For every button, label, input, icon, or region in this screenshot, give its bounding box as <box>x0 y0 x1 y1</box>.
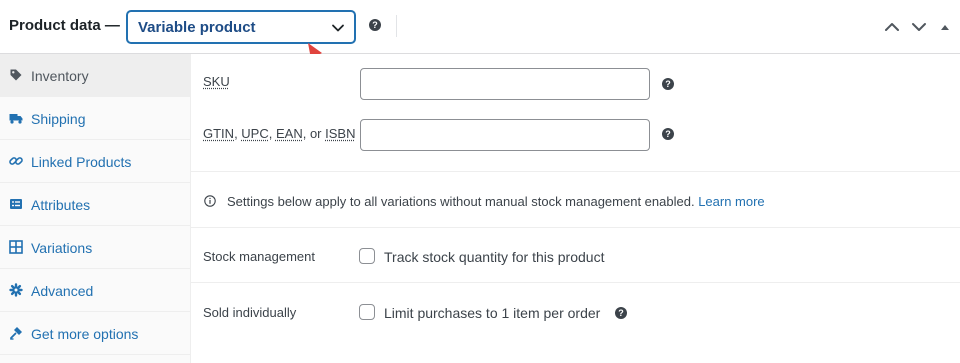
stock-notice-text: Settings below apply to all variations w… <box>227 194 695 209</box>
upc-abbr: UPC <box>241 126 269 141</box>
truck-icon <box>9 114 23 124</box>
plug-icon <box>10 327 22 340</box>
tab-label: Get more options <box>31 326 139 342</box>
gtin-separator: , or <box>302 126 326 141</box>
tab-label: Linked Products <box>31 154 132 170</box>
product-data-tabs: Inventory Shipping Linked Products Attri… <box>0 54 191 363</box>
tab-variations[interactable]: Variations <box>0 226 190 269</box>
list-icon <box>10 199 22 209</box>
isbn-abbr: ISBN <box>325 126 356 141</box>
divider <box>191 171 960 172</box>
tab-label: Advanced <box>31 283 94 299</box>
stock-management-label: Stock management <box>203 249 316 264</box>
divider <box>396 15 397 37</box>
gear-icon <box>9 283 23 297</box>
tab-label: Variations <box>31 240 93 256</box>
help-icon[interactable]: ? <box>615 307 627 319</box>
help-icon[interactable]: ? <box>369 19 381 31</box>
info-icon <box>204 195 216 207</box>
gtin-label: GTIN, UPC, EAN, or ISBN <box>203 126 355 141</box>
inventory-panel: SKU ? GTIN, UPC, EAN, or ISBN ? Settings… <box>191 54 960 363</box>
move-down-icon[interactable] <box>910 19 928 35</box>
product-type-select[interactable]: Variable product <box>127 11 355 43</box>
stock-notice: Settings below apply to all variations w… <box>227 194 765 209</box>
learn-more-link[interactable]: Learn more <box>698 194 764 209</box>
help-icon[interactable]: ? <box>662 78 674 90</box>
sku-label: SKU <box>203 74 230 89</box>
tab-get-more-options[interactable]: Get more options <box>0 312 190 355</box>
gtin-abbr: GTIN <box>203 126 235 141</box>
ean-abbr: EAN <box>275 126 303 141</box>
grid-icon <box>9 240 23 254</box>
product-data-header: Product data — Variable product ? <box>0 0 960 54</box>
product-data-title: Product data — <box>9 17 120 34</box>
divider <box>191 282 960 283</box>
product-type-value: Variable product <box>138 19 256 36</box>
sold-individually-label: Sold individually <box>203 305 297 320</box>
collapse-toggle-icon[interactable] <box>938 19 952 35</box>
stock-checkbox-label[interactable]: Track stock quantity for this product <box>384 249 604 265</box>
tab-linked-products[interactable]: Linked Products <box>0 140 190 183</box>
sold-individually-checkbox[interactable] <box>359 304 375 320</box>
move-up-icon[interactable] <box>883 19 901 35</box>
help-icon[interactable]: ? <box>662 128 674 140</box>
gtin-separator: , <box>268 126 276 141</box>
gtin-input[interactable] <box>360 119 650 151</box>
tab-shipping[interactable]: Shipping <box>0 97 190 140</box>
sold-checkbox-label[interactable]: Limit purchases to 1 item per order <box>384 305 600 321</box>
chevron-down-icon <box>332 24 344 32</box>
stock-management-checkbox[interactable] <box>359 248 375 264</box>
tag-icon <box>10 69 22 81</box>
tab-label: Attributes <box>31 197 91 213</box>
sku-input[interactable] <box>360 68 650 100</box>
tab-label: Shipping <box>31 111 86 127</box>
tab-label: Inventory <box>31 68 89 84</box>
tab-advanced[interactable]: Advanced <box>0 269 190 312</box>
link-icon <box>9 157 23 165</box>
tab-inventory[interactable]: Inventory <box>0 54 190 97</box>
divider <box>191 227 960 228</box>
tab-attributes[interactable]: Attributes <box>0 183 190 226</box>
